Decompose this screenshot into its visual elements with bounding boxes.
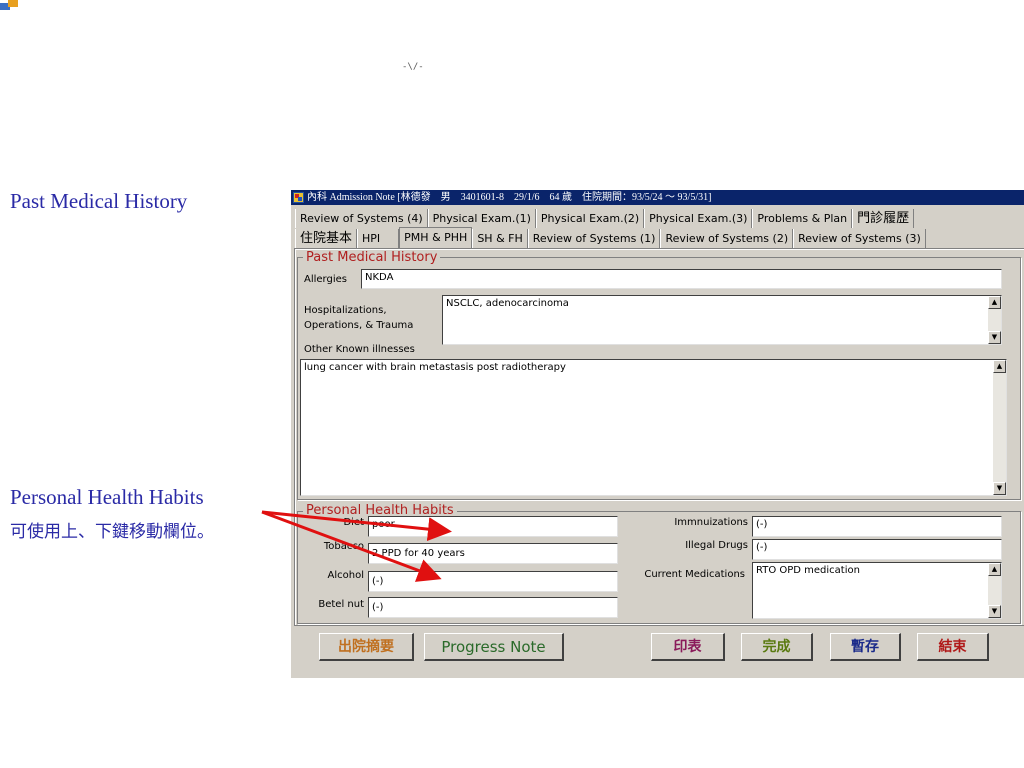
complete-button[interactable]: 完成	[741, 633, 813, 661]
discharge-summary-button[interactable]: 出院摘要	[319, 633, 414, 661]
tab-admission-basic[interactable]: 住院基本	[295, 229, 358, 248]
allergies-field[interactable]: NKDA	[361, 269, 1002, 289]
hospitalizations-field[interactable]: NSCLC, adenocarcinoma ▲ ▼	[442, 295, 1002, 345]
alcohol-field[interactable]: (-)	[368, 571, 618, 592]
tab-problems-plan[interactable]: Problems & Plan	[752, 209, 853, 228]
window-title: 內科 Admission Note [林德發 男 3401601-8 29/1/…	[307, 192, 712, 203]
scroll-up-icon[interactable]: ▲	[988, 296, 1001, 309]
print-button[interactable]: 印表	[651, 633, 725, 661]
tab-row-upper: Review of Systems (4) Physical Exam.(1) …	[295, 209, 915, 228]
tab-pmh-phh[interactable]: PMH & PHH	[399, 227, 473, 248]
tobacco-label: Tobacco	[323, 541, 364, 552]
illegal-drugs-field[interactable]: (-)	[752, 539, 1002, 560]
hospitalizations-scrollbar[interactable]: ▲ ▼	[988, 296, 1001, 344]
caption-past-medical-history: Past Medical History	[10, 189, 188, 213]
scroll-down-icon[interactable]: ▼	[993, 482, 1006, 495]
operations-trauma-label: Operations, & Trauma	[304, 320, 414, 331]
app-icon	[293, 192, 304, 203]
window-titlebar: 內科 Admission Note [林德發 男 3401601-8 29/1/…	[291, 190, 1024, 205]
betel-nut-field[interactable]: (-)	[368, 597, 618, 618]
current-medications-field[interactable]: RTO OPD medication ▲ ▼	[752, 562, 1002, 619]
tab-physical-exam-3[interactable]: Physical Exam.(3)	[644, 209, 753, 228]
illegal-drugs-label: Illegal Drugs	[685, 540, 748, 551]
hospitalizations-text: NSCLC, adenocarcinoma	[446, 298, 569, 309]
slide-logo-icon	[0, 0, 20, 10]
hospitalizations-label: Hospitalizations,	[304, 305, 387, 316]
tab-review-of-systems-2[interactable]: Review of Systems (2)	[660, 229, 794, 248]
tab-physical-exam-2[interactable]: Physical Exam.(2)	[535, 209, 645, 228]
caption-keyboard-hint: 可使用上、下鍵移動欄位。	[10, 522, 214, 542]
tab-row-lower: 住院基本 HPI PMH & PHH SH & FH Review of Sys…	[295, 227, 926, 248]
scroll-down-icon[interactable]: ▼	[988, 331, 1001, 344]
diet-label: Diet	[343, 517, 364, 528]
exit-button[interactable]: 結束	[917, 633, 989, 661]
tab-review-of-systems-1[interactable]: Review of Systems (1)	[527, 229, 661, 248]
scroll-down-icon[interactable]: ▼	[988, 605, 1001, 618]
tab-outpatient-history[interactable]: 門診履歷	[852, 209, 915, 228]
progress-note-button[interactable]: Progress Note	[424, 633, 564, 661]
alcohol-label: Alcohol	[327, 570, 364, 581]
betel-nut-label: Betel nut	[318, 599, 364, 610]
immunizations-field[interactable]: (-)	[752, 516, 1002, 537]
caption-personal-health-habits: Personal Health Habits	[10, 485, 204, 509]
pmh-legend: Past Medical History	[303, 250, 441, 265]
allergies-label: Allergies	[304, 274, 347, 285]
tobacco-field[interactable]: 2 PPD for 40 years	[368, 543, 618, 564]
immunizations-label: Immnuizations	[674, 517, 748, 528]
tab-sh-fh[interactable]: SH & FH	[472, 229, 528, 248]
current-medications-text: RTO OPD medication	[756, 565, 860, 576]
admission-note-window: 內科 Admission Note [林德發 男 3401601-8 29/1/…	[290, 190, 1024, 678]
tab-content-panel: Past Medical History Allergies NKDA Hosp…	[294, 248, 1024, 626]
scroll-up-icon[interactable]: ▲	[988, 563, 1001, 576]
tab-review-of-systems-4[interactable]: Review of Systems (4)	[295, 209, 428, 228]
tab-hpi[interactable]: HPI	[357, 229, 400, 248]
other-illnesses-field[interactable]: lung cancer with brain metastasis post r…	[300, 359, 1007, 496]
other-illnesses-text: lung cancer with brain metastasis post r…	[304, 362, 566, 373]
scroll-up-icon[interactable]: ▲	[993, 360, 1006, 373]
diet-field[interactable]: poor	[368, 516, 618, 537]
slide-mark: -\/-	[402, 62, 424, 72]
current-medications-scrollbar[interactable]: ▲ ▼	[988, 563, 1001, 618]
tab-physical-exam-1[interactable]: Physical Exam.(1)	[427, 209, 536, 228]
current-medications-label: Current Medications	[644, 569, 745, 580]
other-illnesses-scrollbar[interactable]: ▲ ▼	[993, 360, 1006, 495]
temp-save-button[interactable]: 暫存	[830, 633, 901, 661]
other-illnesses-label: Other Known illnesses	[304, 344, 415, 355]
tab-review-of-systems-3[interactable]: Review of Systems (3)	[793, 229, 926, 248]
